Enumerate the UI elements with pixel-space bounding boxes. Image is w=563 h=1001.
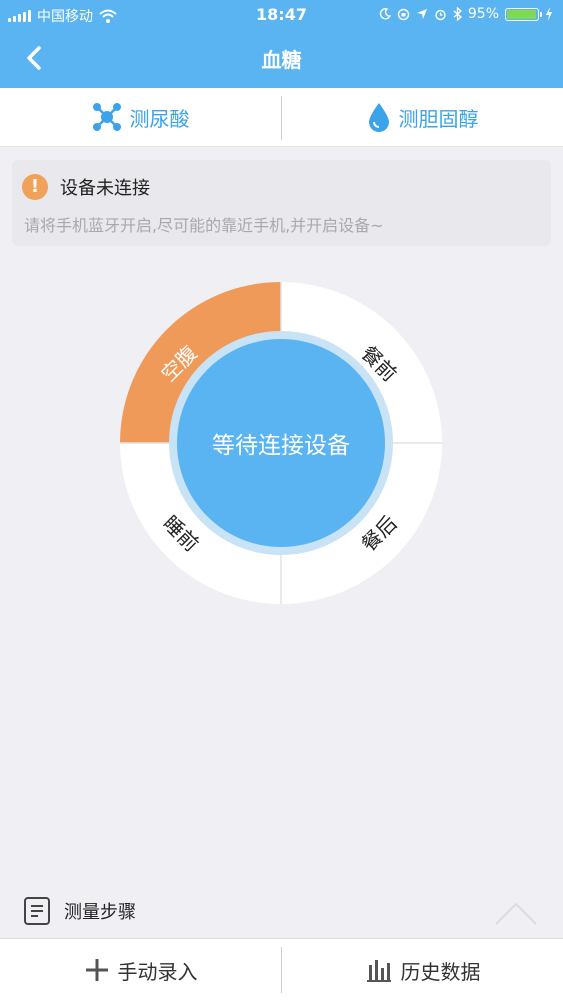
steps-label: 测量步骤	[64, 902, 136, 923]
document-icon	[24, 897, 50, 925]
measurement-steps[interactable]: 测量步骤	[22, 895, 136, 927]
charging-icon	[546, 7, 552, 21]
history-label: 历史数据	[400, 959, 481, 984]
water-drop-icon	[368, 103, 389, 132]
tab-cholesterol[interactable]: 测胆固醇	[282, 88, 563, 146]
status-bar: 中国移动 18:47 95%	[0, 0, 563, 30]
alarm-icon	[435, 9, 446, 20]
device-notice: ! 设备未连接 请将手机蓝牙开启,尽可能的靠近手机,并开启设备~	[12, 160, 551, 246]
connect-status: 等待连接设备	[212, 433, 350, 459]
scroll-top-icon[interactable]	[494, 900, 538, 926]
page-title: 血糖	[261, 48, 302, 72]
battery-percent: 95%	[467, 6, 499, 22]
bluetooth-icon	[453, 7, 462, 21]
tab-cholesterol-label: 测胆固醇	[398, 106, 479, 131]
plus-icon	[85, 959, 108, 981]
orientation-lock-icon	[397, 8, 410, 20]
manual-entry-button[interactable]: 手动录入	[0, 939, 281, 1001]
history-button[interactable]: 历史数据	[282, 939, 563, 1001]
tab-uric-acid[interactable]: 测尿酸	[0, 88, 281, 146]
measurement-dial: 等待连接设备 空腹 餐前 餐后 睡前	[120, 282, 442, 604]
notice-title: 设备未连接	[60, 178, 150, 199]
moon-icon	[379, 8, 391, 20]
molecule-icon	[92, 103, 121, 131]
warning-icon: !	[22, 174, 48, 200]
tab-uric-acid-label: 测尿酸	[129, 106, 190, 131]
manual-entry-label: 手动录入	[117, 959, 198, 984]
app-header: 中国移动 18:47 95% 血糖	[0, 0, 563, 88]
location-icon	[416, 9, 427, 19]
battery-icon	[505, 7, 542, 21]
bar-chart-icon	[366, 960, 391, 982]
measurement-tabs: 测尿酸 测胆固醇	[0, 88, 563, 147]
notice-description: 请将手机蓝牙开启,尽可能的靠近手机,并开启设备~	[24, 216, 384, 235]
bottom-bar: 手动录入 历史数据	[0, 938, 563, 1001]
